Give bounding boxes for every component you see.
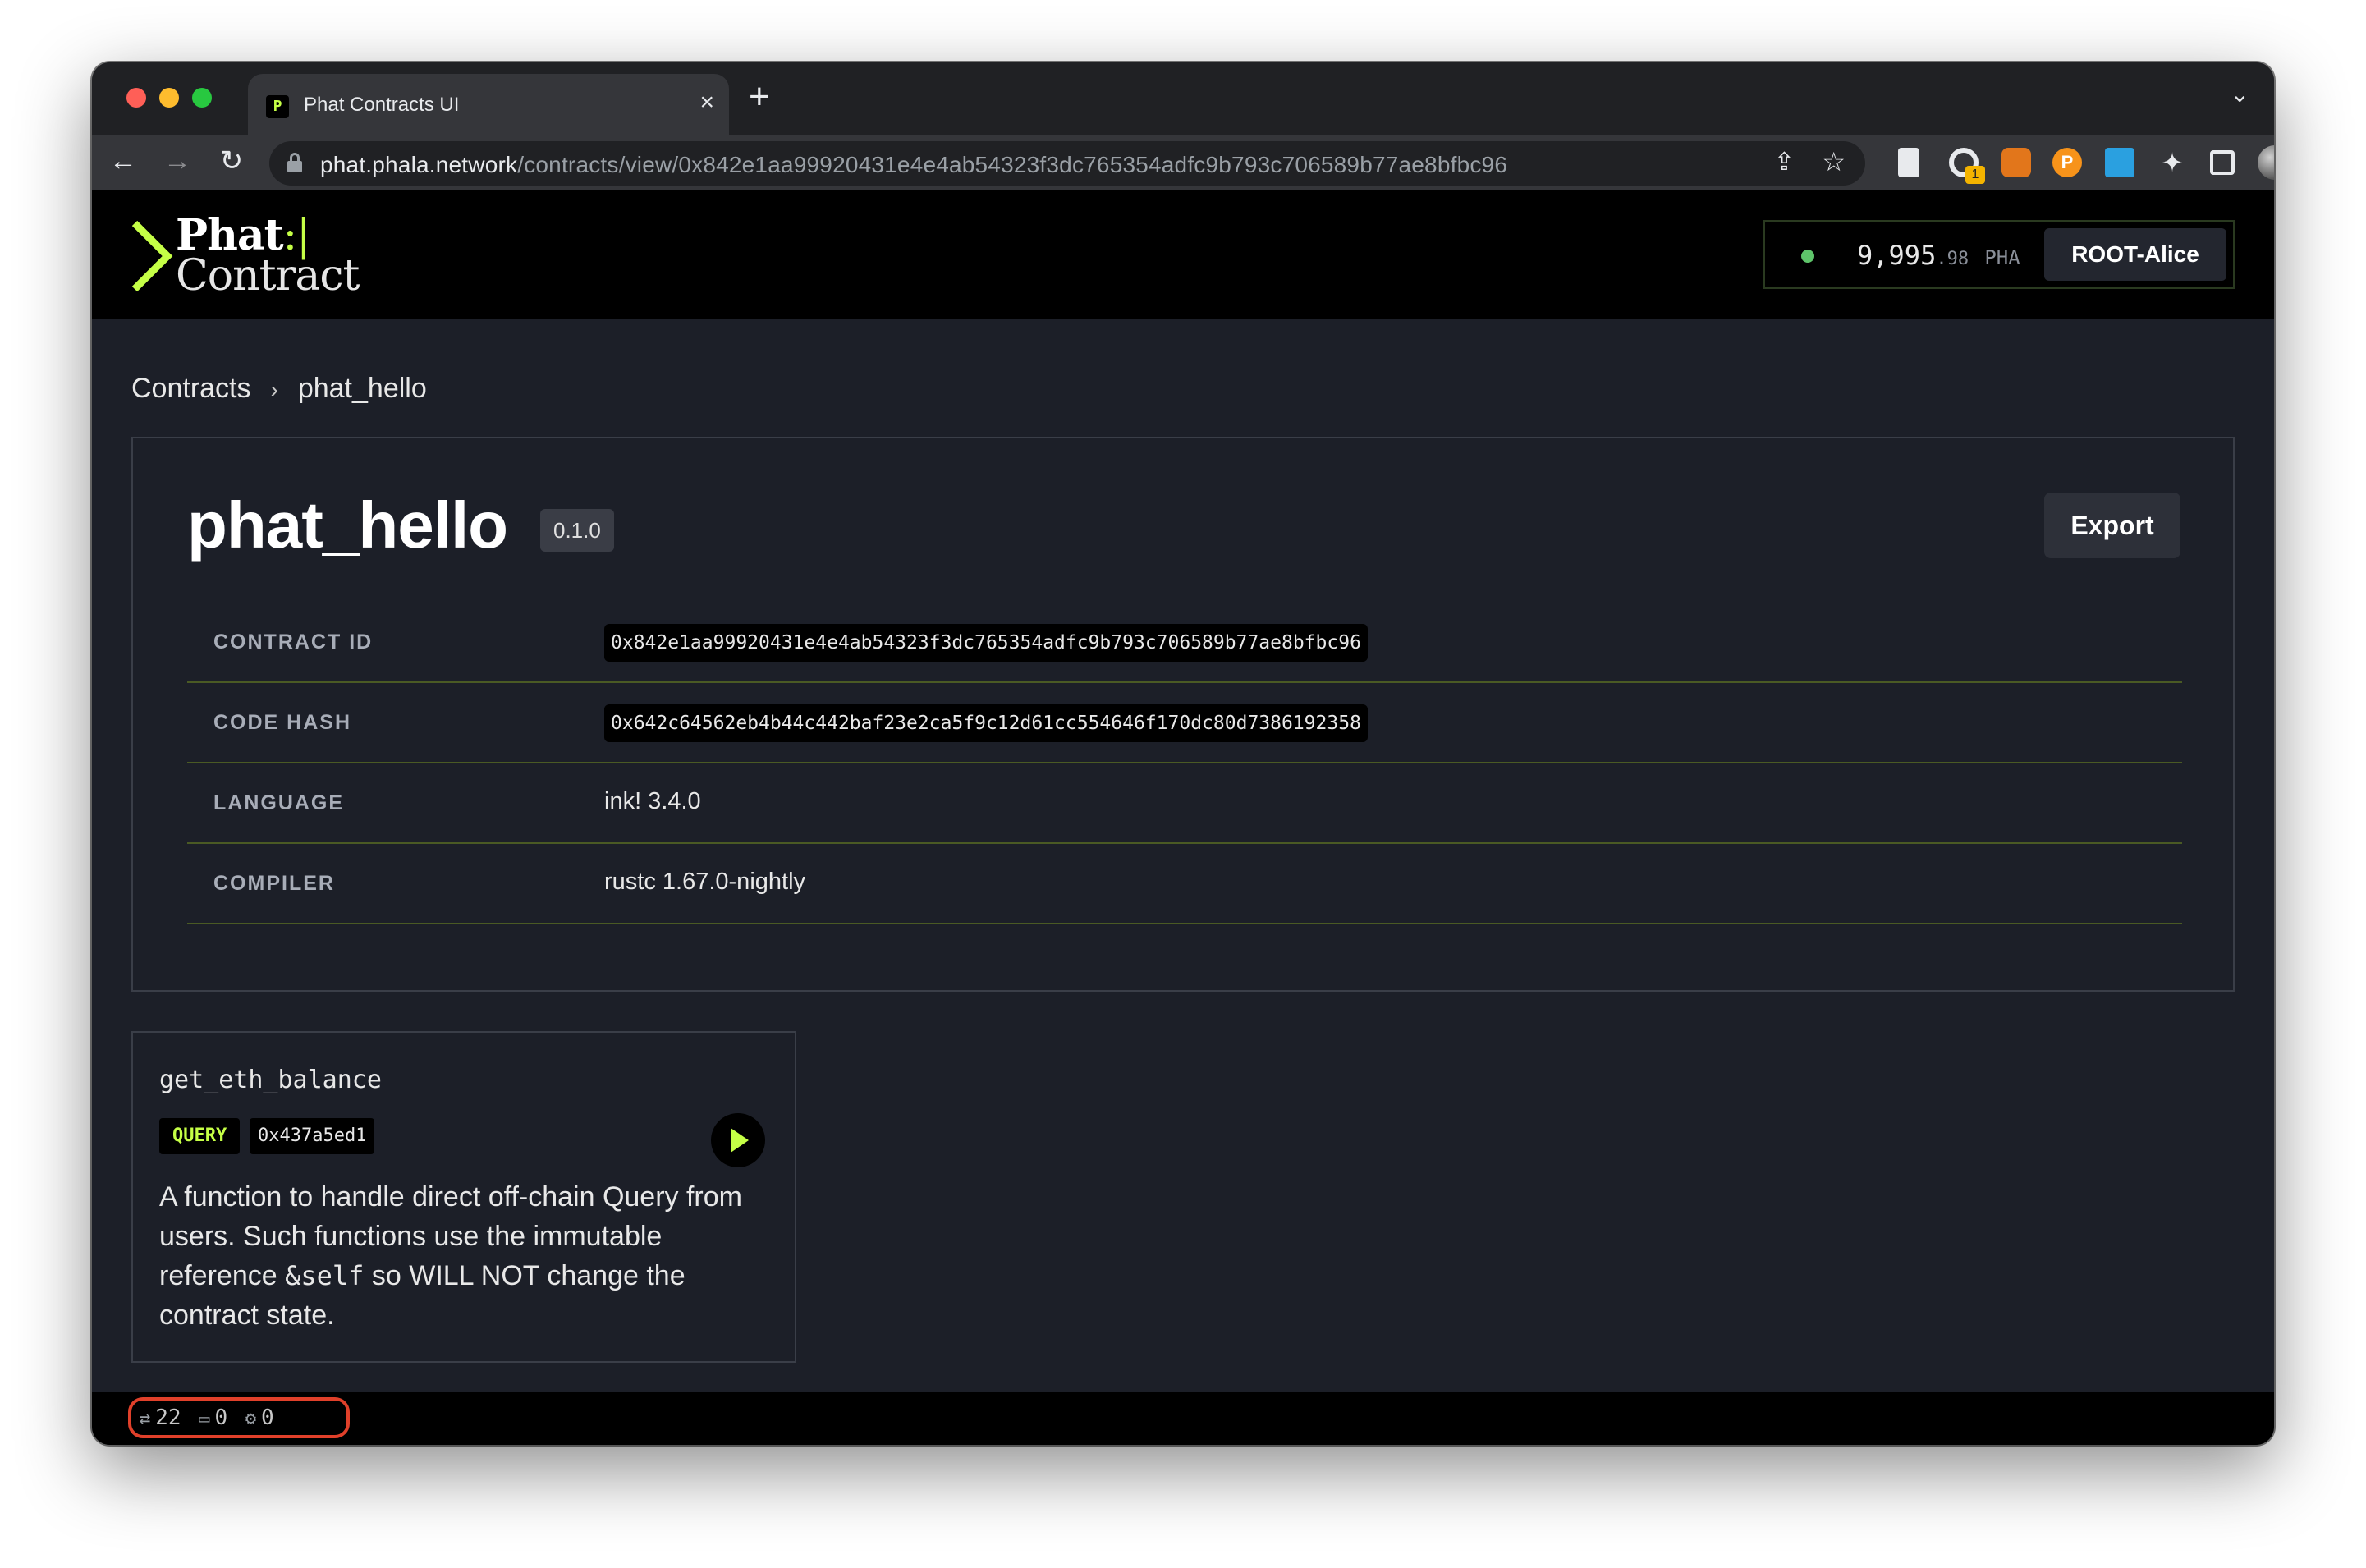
tab-title: Phat Contracts UI	[304, 94, 460, 116]
messages-count: 0	[214, 1405, 228, 1430]
meta-row-contract-id: CONTRACT ID 0x842e1aa99920431e4e4ab54323…	[187, 603, 2182, 683]
meta-row-compiler: COMPILER rustc 1.67.0-nightly	[187, 844, 2182, 924]
url-text[interactable]: phat.phala.network/contracts/view/0x842e…	[320, 152, 1507, 178]
address-bar[interactable]: phat.phala.network/contracts/view/0x842e…	[269, 141, 1865, 186]
meta-label: COMPILER	[213, 872, 335, 895]
events-gear-icon: ⚙	[245, 1409, 257, 1429]
run-method-button[interactable]	[711, 1113, 765, 1167]
code-hash-value[interactable]: 0x642c64562eb4b44c442baf23e2ca5f9c12d61c…	[604, 704, 1368, 742]
contract-id-value[interactable]: 0x842e1aa99920431e4e4ab54323f3dc765354ad…	[604, 624, 1368, 662]
messages-icon: ▭	[199, 1409, 210, 1429]
tab-search-chevron-icon[interactable]: ⌄	[2231, 80, 2249, 108]
download-extension-icon[interactable]	[2105, 148, 2134, 177]
url-path: /contracts/view/0x842e1aa99920431e4e4ab5…	[517, 152, 1508, 177]
bookmark-star-icon[interactable]: ☆	[1822, 146, 1846, 177]
tab-strip: P Phat Contracts UI × + ⌄	[92, 62, 2274, 135]
breadcrumb: Contracts › phat_hello	[131, 373, 427, 405]
balance-display: 9,995.98 PHA	[1857, 240, 2020, 271]
share-icon[interactable]: ⇪	[1774, 148, 1795, 177]
browser-toolbar: ← → ↻ phat.phala.network/contracts/view/…	[92, 135, 2274, 190]
breadcrumb-contracts-link[interactable]: Contracts	[131, 373, 251, 404]
status-bar: ⇄ 22 ▭ 0 ⚙ 0	[92, 1392, 2274, 1445]
breadcrumb-separator: ›	[270, 377, 278, 402]
version-badge: 0.1.0	[540, 509, 614, 552]
breadcrumb-current: phat_hello	[297, 373, 427, 404]
account-widget: 9,995.98 PHA ROOT-Alice	[1763, 220, 2235, 289]
reload-icon[interactable]: ↻	[213, 143, 250, 179]
metamask-fox-icon[interactable]	[2001, 148, 2031, 177]
method-name: get_eth_balance	[159, 1066, 382, 1094]
connection-status-dot	[1801, 250, 1814, 263]
balance-decimal: .98	[1936, 249, 1969, 269]
play-icon	[731, 1128, 749, 1153]
back-arrow-icon[interactable]: ←	[105, 143, 141, 179]
lock-icon[interactable]	[287, 153, 302, 172]
export-button[interactable]: Export	[2044, 493, 2180, 558]
extensions-puzzle-icon[interactable]: ✦	[2157, 148, 2187, 177]
contract-meta-table: CONTRACT ID 0x842e1aa99920431e4e4ab54323…	[187, 603, 2182, 924]
favicon-icon: P	[266, 95, 289, 118]
self-reference-code: &self	[285, 1260, 365, 1291]
forward-arrow-icon[interactable]: →	[159, 143, 195, 179]
document-extension-icon[interactable]	[1898, 148, 1919, 177]
method-description: A function to handle direct off-chain Qu…	[159, 1181, 742, 1331]
status-counters[interactable]: ⇄ 22 ▭ 0 ⚙ 0	[128, 1397, 350, 1438]
minimize-window-button[interactable]	[159, 88, 179, 108]
profile-avatar[interactable]	[2258, 145, 2274, 180]
logo-text-contract[interactable]: Contract	[176, 251, 360, 300]
selector-tag: 0x437a5ed1	[250, 1118, 375, 1154]
meta-label: CONTRACT ID	[213, 630, 374, 653]
browser-tab[interactable]: P Phat Contracts UI ×	[248, 74, 729, 135]
extension-badge: 1	[1965, 166, 1985, 184]
events-count: 0	[261, 1405, 274, 1430]
method-card: get_eth_balance QUERY 0x437a5ed1 A funct…	[131, 1031, 796, 1363]
query-tag: QUERY	[159, 1118, 241, 1154]
polkadot-extension-icon[interactable]: P	[2052, 148, 2082, 177]
balance-unit: PHA	[1984, 246, 2020, 269]
meta-label: CODE HASH	[213, 711, 352, 734]
logo-chevron-icon	[131, 220, 173, 292]
url-host: phat.phala.network	[320, 152, 518, 177]
contract-info-card: phat_hello 0.1.0 Export CONTRACT ID 0x84…	[131, 437, 2235, 992]
tab-close-icon[interactable]: ×	[699, 90, 714, 115]
balance-integer: 9,995	[1857, 240, 1937, 271]
new-tab-button[interactable]: +	[749, 79, 770, 115]
contract-title: phat_hello	[187, 488, 508, 562]
account-button[interactable]: ROOT-Alice	[2044, 228, 2226, 281]
zoom-window-button[interactable]	[192, 88, 212, 108]
close-window-button[interactable]	[126, 88, 146, 108]
meta-row-code-hash: CODE HASH 0x642c64562eb4b44c442baf23e2ca…	[187, 683, 2182, 763]
language-value: ink! 3.4.0	[604, 788, 701, 814]
side-panel-icon[interactable]	[2210, 150, 2235, 175]
meta-row-language: LANGUAGE ink! 3.4.0	[187, 763, 2182, 844]
connections-count: 22	[155, 1405, 181, 1430]
meta-label: LANGUAGE	[213, 791, 345, 814]
browser-window: P Phat Contracts UI × + ⌄ ← → ↻ phat.pha…	[92, 62, 2274, 1445]
connections-icon: ⇄	[140, 1409, 151, 1429]
compiler-value: rustc 1.67.0-nightly	[604, 869, 806, 895]
